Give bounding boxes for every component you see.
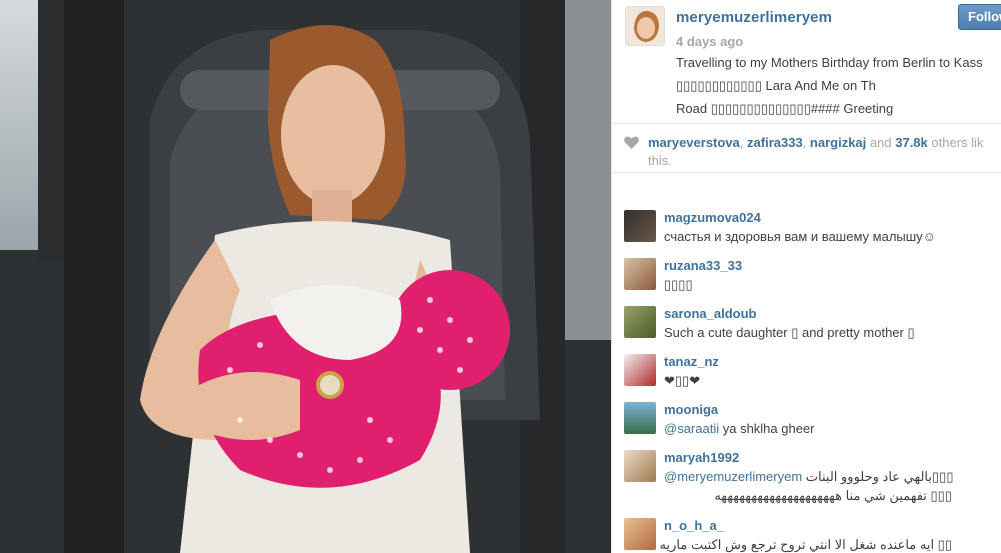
like-user[interactable]: maryeverstova [648, 135, 740, 150]
comment-mention[interactable]: @saraatii [664, 421, 719, 436]
comment-item: maryah1992 @meryemuzerlimeryem ▯▯▯بالهي … [612, 450, 1001, 510]
follow-button[interactable]: Follow [958, 4, 1001, 30]
comment-item: tanaz_nz ❤▯▯❤ [612, 354, 1001, 402]
commenter-avatar[interactable] [624, 210, 656, 242]
comment-body: ya shklha gheer [719, 421, 815, 436]
commenter-avatar[interactable] [624, 306, 656, 338]
caption-line: Travelling to my Mothers Birthday from B… [676, 55, 983, 70]
likes-count[interactable]: 37.8k [895, 135, 928, 150]
comment-username[interactable]: n_o_h_a_ [664, 518, 724, 533]
comment-text: счастья и здоровья вам и вашему малышу☺ [664, 229, 936, 244]
post-photo[interactable] [0, 0, 611, 553]
commenter-avatar[interactable] [624, 450, 656, 482]
caption-line: Road ▯▯▯▯▯▯▯▯▯▯▯▯▯▯#### Greeting [676, 101, 894, 116]
comment-username[interactable]: tanaz_nz [664, 354, 719, 369]
comment-text-line2: ▯▯▯ تفهمين شي منا ههههههههههههههههههههه [714, 488, 952, 503]
commenter-avatar[interactable] [624, 258, 656, 290]
comment-text: @meryemuzerlimeryem ▯▯▯بالهي عاد وحلووو … [664, 469, 953, 485]
likes-text: maryeverstova, zafira333, nargizkaj and … [648, 135, 984, 168]
commenter-avatar[interactable] [624, 402, 656, 434]
like-user[interactable]: zafira333 [747, 135, 803, 150]
likes-section: maryeverstova, zafira333, nargizkaj and … [612, 125, 1001, 173]
comment-username[interactable]: sarona_aldoub [664, 306, 756, 321]
like-user[interactable]: nargizkaj [810, 135, 866, 150]
comment-item: magzumova024 счастья и здоровья вам и ва… [612, 210, 1001, 258]
comment-body: ▯▯▯بالهي عاد وحلووو البنات [805, 469, 954, 484]
comment-username[interactable]: maryah1992 [664, 450, 739, 465]
post-details-panel: meryemuzerlimeryem 4 days ago Follow Tra… [611, 0, 1001, 553]
caption-line: ▯▯▯▯▯▯▯▯▯▯▯▯ Lara And Me on Th [676, 78, 876, 93]
heart-icon[interactable] [624, 136, 639, 149]
comment-text: Such a cute daughter ▯ and pretty mother… [664, 325, 915, 340]
comment-item: mooniga @saraatii ya shklha gheer [612, 402, 1001, 450]
comment-text: ▯▯▯▯ [664, 277, 693, 292]
comment-username[interactable]: mooniga [664, 402, 718, 417]
likes-and: and [869, 135, 892, 150]
comment-mention[interactable]: @meryemuzerlimeryem [664, 469, 802, 484]
comment-text: ❤▯▯❤ [664, 373, 701, 388]
post-timestamp: 4 days ago [676, 34, 744, 49]
post-header: meryemuzerlimeryem 4 days ago Follow Tra… [612, 0, 1001, 124]
comment-username[interactable]: magzumova024 [664, 210, 761, 225]
comment-item: sarona_aldoub Such a cute daughter ▯ and… [612, 306, 1001, 354]
comment-text: ▯▯ ايه ماعنده شغل الا انتي تروح ترجع وش … [659, 537, 952, 552]
comment-text: @saraatii ya shklha gheer [664, 421, 815, 436]
commenter-avatar[interactable] [624, 354, 656, 386]
likes-line2: this. [648, 153, 672, 168]
photo-illustration [0, 0, 611, 553]
commenter-avatar[interactable] [624, 518, 656, 550]
post-caption: Travelling to my Mothers Birthday from B… [676, 51, 1001, 120]
owner-avatar[interactable] [625, 6, 665, 46]
comment-item: n_o_h_a_ ▯▯ ايه ماعنده شغل الا انتي تروح… [612, 518, 1001, 553]
owner-username[interactable]: meryemuzerlimeryem [676, 9, 832, 26]
comment-item: ruzana33_33 ▯▯▯▯ [612, 258, 1001, 306]
likes-others: others lik [931, 135, 984, 150]
comment-username[interactable]: ruzana33_33 [664, 258, 742, 273]
owner-avatar-image [626, 7, 664, 45]
